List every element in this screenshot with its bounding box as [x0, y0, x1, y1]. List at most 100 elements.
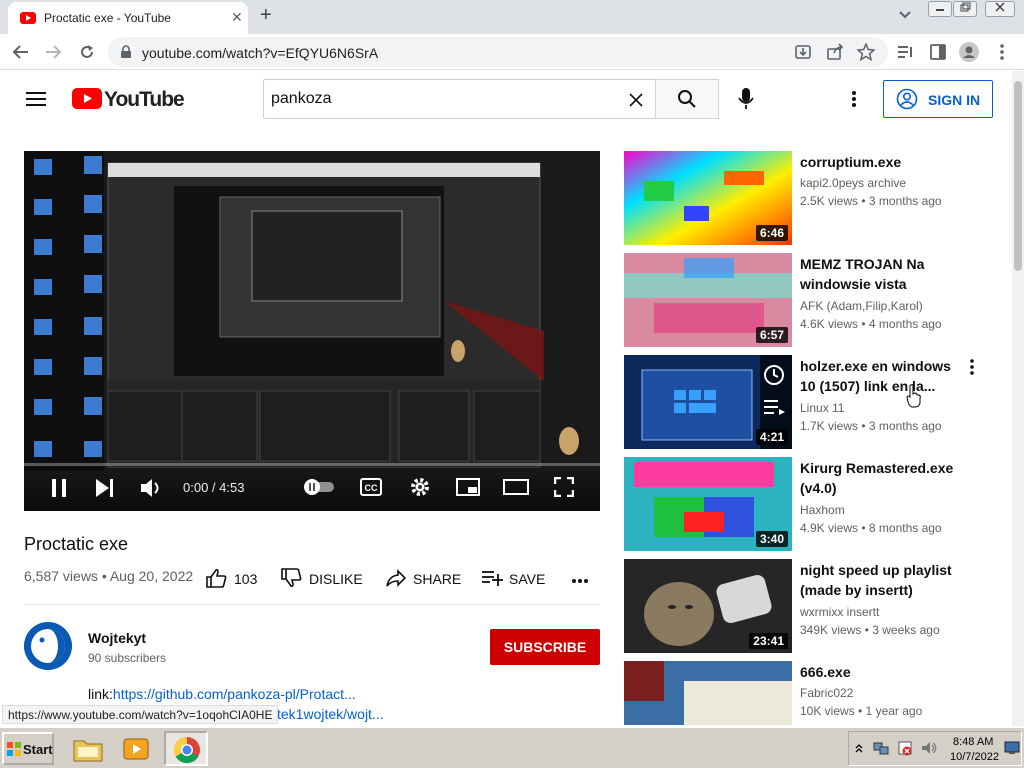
tab-search-chevron-icon[interactable] — [898, 10, 912, 20]
chrome-menu-icon[interactable] — [999, 43, 1005, 61]
video-duration: 6:57 — [755, 327, 788, 343]
subscribe-button[interactable]: SUBSCRIBE — [490, 629, 600, 665]
back-arrow-icon[interactable] — [12, 44, 30, 60]
fullscreen-icon[interactable] — [554, 477, 574, 497]
progress-bar[interactable] — [24, 463, 600, 466]
autoplay-toggle-icon[interactable] — [302, 477, 336, 497]
new-tab-button[interactable]: + — [260, 4, 272, 27]
speaker-icon[interactable] — [921, 740, 937, 756]
forward-arrow-icon[interactable] — [44, 44, 62, 60]
video-thumbnail[interactable]: 4:21 — [624, 355, 792, 449]
video-frame-desktop-image — [24, 151, 600, 511]
hamburger-menu-icon[interactable] — [26, 91, 46, 107]
url-text: youtube.com/watch?v=EfQYU6N6SrA — [142, 45, 379, 61]
recommendation-title[interactable]: night speed up playlist (made by insertt… — [800, 560, 970, 600]
address-bar[interactable]: youtube.com/watch?v=EfQYU6N6SrA — [108, 37, 888, 67]
video-duration: 6:46 — [755, 225, 788, 241]
recommendation-channel[interactable]: Haxhom — [800, 503, 845, 517]
pause-icon[interactable] — [52, 479, 66, 497]
chrome-icon — [173, 736, 200, 764]
settings-gear-icon[interactable] — [409, 476, 431, 498]
security-alert-icon[interactable] — [897, 740, 913, 756]
recommendation-channel[interactable]: AFK (Adam,Filip,Karol) — [800, 299, 923, 313]
search-button[interactable] — [655, 79, 719, 119]
watch-later-clock-icon[interactable] — [762, 363, 786, 387]
video-thumbnail[interactable]: 6:46 — [624, 151, 792, 245]
share-arrow-icon — [386, 569, 407, 587]
minimize-button[interactable] — [928, 1, 952, 17]
recommendation-item[interactable]: 23:41 night speed up playlist (made by i… — [624, 559, 1004, 655]
video-title: Proctatic exe — [24, 534, 129, 554]
subscriber-count: 90 subscribers — [88, 651, 167, 665]
youtube-play-logo-icon — [72, 88, 102, 109]
channel-name[interactable]: Wojtekyt — [88, 630, 146, 646]
browser-tab[interactable]: Proctatic exe - YouTube ✕ — [8, 2, 248, 34]
recommendation-title[interactable]: corruptium.exe — [800, 152, 970, 172]
page-scrollbar[interactable] — [1012, 71, 1024, 726]
show-desktop-icon[interactable] — [1004, 741, 1020, 755]
close-icon — [995, 2, 1005, 12]
recommendation-channel[interactable]: Linux 11 — [800, 401, 844, 415]
restore-button[interactable] — [953, 1, 977, 17]
recommendation-channel[interactable]: Fabric022 — [800, 686, 853, 700]
recommendation-channel[interactable]: kapi2.0peys archive — [800, 176, 906, 190]
video-player[interactable]: 0:00 / 4:53 CC — [24, 151, 600, 511]
description-link-github[interactable]: https://github.com/pankoza-pl/Protact... — [113, 686, 356, 702]
taskbar-file-explorer[interactable] — [66, 731, 110, 766]
volume-icon[interactable] — [141, 477, 163, 499]
profile-avatar-icon[interactable] — [959, 42, 979, 62]
scrollbar-thumb[interactable] — [1014, 81, 1022, 271]
video-thumbnail[interactable]: 23:41 — [624, 559, 792, 653]
settings-more-icon[interactable] — [851, 90, 857, 108]
media-player-icon — [123, 738, 149, 760]
video-duration: 3:40 — [755, 531, 788, 547]
share-page-icon[interactable] — [826, 43, 844, 61]
recommendation-title[interactable]: Kirurg Remastered.exe (v4.0) — [800, 458, 970, 498]
recommendation-title[interactable]: 666.exe — [800, 662, 970, 682]
recommendation-title[interactable]: MEMZ TROJAN Na windowsie vista — [800, 254, 970, 294]
search-input[interactable]: pankoza — [263, 79, 656, 119]
video-thumbnail[interactable] — [624, 661, 792, 725]
clock-time[interactable]: 8:48 AM — [953, 736, 993, 748]
tab-close-icon[interactable]: ✕ — [231, 9, 243, 26]
miniplayer-icon[interactable] — [456, 477, 480, 497]
share-label: SHARE — [413, 571, 462, 587]
recommendation-more-icon[interactable] — [969, 359, 975, 375]
close-window-button[interactable] — [985, 1, 1015, 17]
svg-text:CC: CC — [365, 483, 378, 493]
tray-expand-icon[interactable] — [855, 743, 863, 753]
recommendation-channel[interactable]: wxrmixx insertt — [800, 605, 879, 619]
start-button[interactable]: Start — [2, 732, 54, 765]
recommendation-item[interactable]: 3:40 Kirurg Remastered.exe (v4.0) Haxhom… — [624, 457, 1004, 553]
lock-icon[interactable] — [120, 45, 132, 59]
video-thumbnail[interactable]: 3:40 — [624, 457, 792, 551]
clear-search-icon[interactable] — [628, 92, 644, 108]
channel-avatar[interactable] — [24, 622, 72, 670]
add-to-queue-icon[interactable] — [762, 397, 786, 417]
youtube-favicon-icon — [20, 12, 36, 24]
next-video-icon[interactable] — [96, 479, 114, 497]
recommendation-item[interactable]: 6:57 MEMZ TROJAN Na windowsie vista AFK … — [624, 253, 1004, 349]
save-label: SAVE — [509, 571, 546, 587]
description-prefix: link: — [88, 686, 113, 702]
recommendation-item[interactable]: 4:21 holzer.exe en windows 10 (1507) lin… — [624, 355, 1004, 451]
clock-date[interactable]: 10/7/2022 — [950, 751, 999, 763]
microphone-icon[interactable] — [738, 88, 754, 110]
sign-in-button[interactable]: SIGN IN — [883, 80, 993, 118]
recommendation-item[interactable]: 6:46 corruptium.exe kapi2.0peys archive … — [624, 151, 1004, 247]
bookmark-star-icon[interactable] — [857, 43, 875, 61]
theater-mode-icon[interactable] — [503, 477, 529, 497]
recommendation-item[interactable]: 666.exe Fabric022 10K views • 1 year ago — [624, 661, 1004, 725]
subtitles-icon[interactable]: CC — [360, 477, 382, 497]
media-controls-icon[interactable] — [896, 43, 914, 61]
video-thumbnail[interactable]: 6:57 — [624, 253, 792, 347]
side-panel-icon[interactable] — [929, 43, 947, 61]
taskbar-chrome[interactable] — [164, 731, 208, 766]
taskbar-media-player[interactable] — [114, 731, 158, 766]
install-app-icon[interactable] — [794, 43, 812, 61]
network-icon[interactable] — [873, 740, 889, 756]
reload-icon[interactable] — [78, 43, 96, 61]
recommendation-title[interactable]: holzer.exe en windows 10 (1507) link en … — [800, 356, 970, 396]
sign-in-label: SIGN IN — [928, 92, 981, 108]
more-actions-icon[interactable] — [571, 578, 589, 584]
